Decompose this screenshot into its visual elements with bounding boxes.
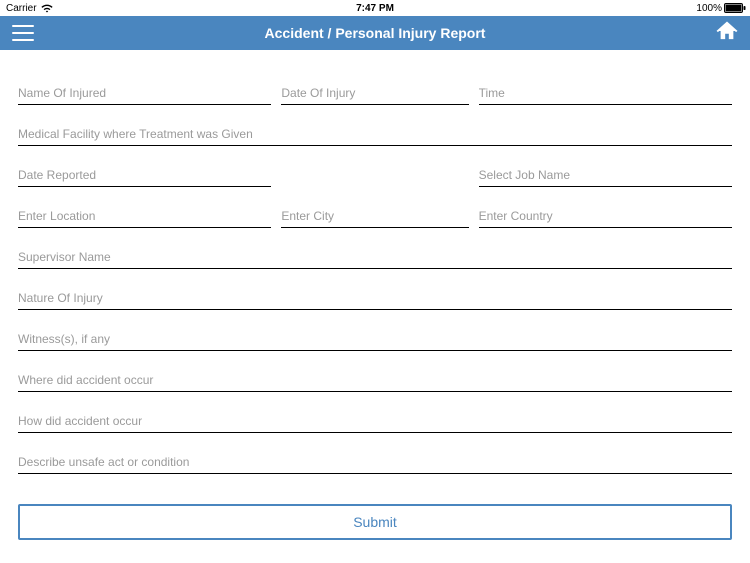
- home-icon[interactable]: [716, 21, 738, 46]
- carrier-label: Carrier: [6, 3, 37, 14]
- supervisor-name-field[interactable]: [18, 244, 732, 269]
- name-of-injured-field[interactable]: [18, 80, 271, 105]
- empty-spacer: [281, 162, 468, 187]
- medical-facility-field[interactable]: [18, 121, 732, 146]
- status-left: Carrier: [4, 3, 53, 14]
- date-of-injury-field[interactable]: [281, 80, 468, 105]
- form-content: Submit: [0, 50, 750, 552]
- menu-icon[interactable]: [12, 25, 34, 41]
- location-field[interactable]: [18, 203, 271, 228]
- submit-button[interactable]: Submit: [18, 504, 732, 540]
- battery-pct: 100%: [696, 3, 722, 14]
- status-right: 100%: [696, 3, 746, 14]
- battery-icon: [724, 3, 746, 13]
- status-time: 7:47 PM: [356, 3, 394, 14]
- page-title: Accident / Personal Injury Report: [265, 25, 486, 41]
- select-job-name-field[interactable]: [479, 162, 732, 187]
- time-field[interactable]: [479, 80, 732, 105]
- nature-of-injury-field[interactable]: [18, 285, 732, 310]
- date-reported-field[interactable]: [18, 162, 271, 187]
- wifi-icon: [41, 4, 53, 13]
- status-bar: Carrier 7:47 PM 100%: [0, 0, 750, 16]
- where-accident-field[interactable]: [18, 367, 732, 392]
- city-field[interactable]: [281, 203, 468, 228]
- witness-field[interactable]: [18, 326, 732, 351]
- how-accident-field[interactable]: [18, 408, 732, 433]
- nav-bar: Accident / Personal Injury Report: [0, 16, 750, 50]
- describe-unsafe-field[interactable]: [18, 449, 732, 474]
- country-field[interactable]: [479, 203, 732, 228]
